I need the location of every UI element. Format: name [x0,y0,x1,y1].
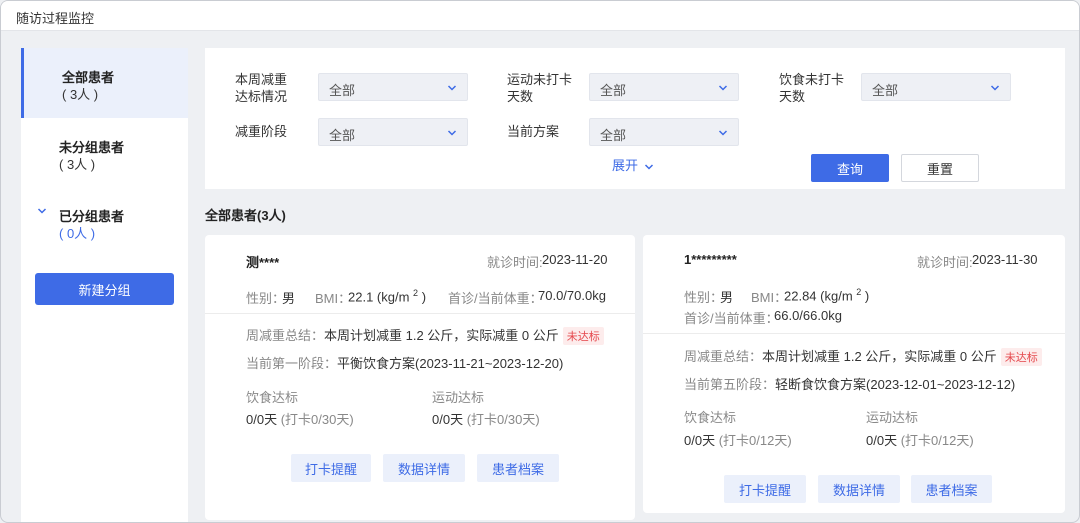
weekly-loss-select[interactable]: 全部 [318,73,468,101]
filter-panel: 本周减重 达标情况 全部 运动未打卡 天数 全部 饮食未打卡 天数 全部 减重阶… [205,48,1065,189]
checkin-remind-button[interactable]: 打卡提醒 [291,454,371,482]
filter-label-exercise-days: 运动未打卡 天数 [507,72,573,104]
sidebar-item-count: ( 0人 ) [59,226,96,241]
checkin-remind-button[interactable]: 打卡提醒 [724,475,806,503]
weight-label: 首诊/当前体重： [448,291,543,306]
status-badge: 未达标 [562,327,604,345]
exercise-days-select[interactable]: 全部 [589,73,739,101]
gender-label: 性别： [246,291,286,306]
card-divider [643,333,1065,334]
sidebar-item-ungrouped[interactable]: 未分组患者 ( 3人 ) [21,128,188,173]
exercise-value: 0/0天 (打卡0/30天) [432,412,540,427]
diet-value: 0/0天 (打卡0/12天) [684,433,792,448]
patient-name: 1********* [684,252,737,267]
visit-time-label: 就诊时间: [487,255,543,270]
chevron-down-icon [718,130,728,136]
weight-value: 66.0/66.0kg [774,308,842,323]
page-title: 随访过程监控 [16,11,95,26]
visit-date: 2023-11-30 [972,252,1038,267]
bmi-label: BMI： [315,291,352,306]
patient-name: 测**** [246,255,280,270]
patient-card: 测**** 就诊时间: 2023-11-20 性别： 男 BMI： 22.1 (… [205,235,635,520]
gender-value: 男 [282,291,296,306]
sidebar-item-grouped[interactable]: 已分组患者 ( 0人 ) [21,198,188,243]
phase-select[interactable]: 全部 [318,118,468,146]
new-group-button[interactable]: 新建分组 [35,273,174,305]
chevron-down-icon [447,130,457,136]
patient-profile-button[interactable]: 患者档案 [911,475,992,503]
title-bar: 随访过程监控 [1,1,1079,31]
query-button[interactable]: 查询 [811,154,889,182]
chevron-down-icon [447,85,457,91]
filter-label-diet-days: 饮食未打卡 天数 [779,72,845,104]
chevron-down-icon [990,85,1000,91]
card-divider [205,313,635,314]
exercise-value: 0/0天 (打卡0/12天) [866,433,974,448]
exercise-label: 运动达标 [432,390,485,405]
diet-label: 饮食达标 [684,410,737,425]
current-phase: 当前第一阶段：平衡饮食方案(2023-11-21~2023-12-20) [246,356,564,371]
status-badge: 未达标 [1000,348,1042,366]
data-detail-button[interactable]: 数据详情 [818,475,900,503]
sidebar-item-count: ( 3人 ) [62,87,99,102]
filter-label-plan: 当前方案 [507,124,560,139]
diet-label: 饮食达标 [246,390,299,405]
patient-card: 1********* 就诊时间: 2023-11-30 性别： 男 BMI： 2… [643,235,1065,513]
exercise-label: 运动达标 [866,410,919,425]
patient-profile-button[interactable]: 患者档案 [477,454,559,482]
diet-days-select[interactable]: 全部 [861,73,1011,101]
gender-label: 性别： [684,290,724,305]
visit-time-label: 就诊时间: [917,255,973,270]
visit-date: 2023-11-20 [542,252,608,267]
bmi-value: 22.1 (kg/m 2 ) [348,288,427,305]
filter-label-weekly-loss: 本周减重 达标情况 [235,72,288,104]
filter-label-phase: 减重阶段 [235,124,288,139]
chevron-down-icon [644,164,654,170]
data-detail-button[interactable]: 数据详情 [383,454,465,482]
current-phase: 当前第五阶段：轻断食饮食方案(2023-12-01~2023-12-12) [684,377,1016,392]
chevron-down-icon [718,85,728,91]
list-title: 全部患者(3人) [205,208,286,223]
bmi-value: 22.84 (kg/m 2 ) [784,287,870,304]
sidebar-item-all[interactable]: 全部患者 ( 3人 ) [21,48,188,118]
plan-select[interactable]: 全部 [589,118,739,146]
gender-value: 男 [720,290,734,305]
weekly-summary: 周减重总结：本周计划减重 1.2 公斤，实际减重 0 公斤 未达标 [246,325,604,345]
chevron-down-icon[interactable] [37,206,47,216]
weekly-summary: 周减重总结：本周计划减重 1.2 公斤，实际减重 0 公斤 未达标 [684,346,1042,366]
weight-value: 70.0/70.0kg [538,288,606,303]
expand-filters-link[interactable]: 展开 [612,155,654,174]
bmi-label: BMI： [751,290,788,305]
app-window: 随访过程监控 全部患者 ( 3人 ) 未分组患者 ( 3人 ) 已分组患者 ( … [0,0,1080,523]
weight-label: 首诊/当前体重： [684,311,779,326]
reset-button[interactable]: 重置 [901,154,979,182]
sidebar-item-count: ( 3人 ) [59,157,96,172]
sidebar: 全部患者 ( 3人 ) 未分组患者 ( 3人 ) 已分组患者 ( 0人 ) 新建… [21,48,188,522]
diet-value: 0/0天 (打卡0/30天) [246,412,354,427]
